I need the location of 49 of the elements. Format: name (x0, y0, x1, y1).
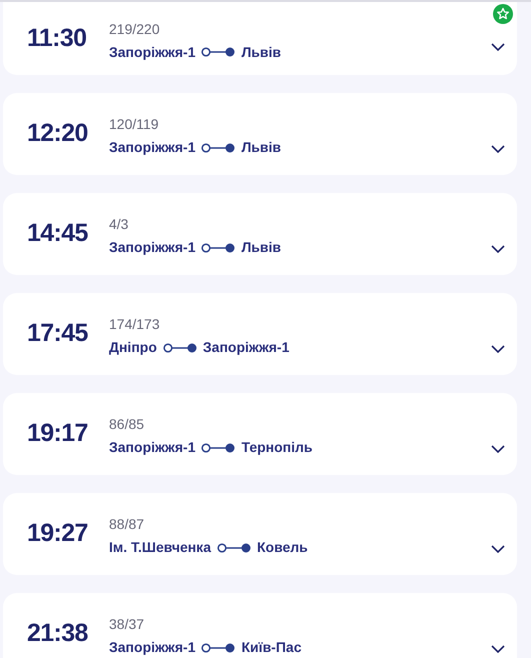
chevron-down-icon[interactable] (491, 43, 505, 51)
arrival-station: Львів (241, 238, 282, 257)
departure-time: 19:17 (27, 418, 89, 450)
train-number: 4/3 (109, 215, 128, 234)
train-number: 38/37 (109, 615, 144, 634)
departure-time: 12:20 (27, 118, 89, 150)
route-line-icon (201, 242, 236, 252)
train-card[interactable]: 12:20 120/119 Запоріжжя-1 Львів (3, 93, 517, 175)
chevron-down-icon[interactable] (491, 345, 505, 353)
route-line-icon (201, 47, 236, 57)
train-card[interactable]: 14:45 4/3 Запоріжжя-1 Львів (3, 193, 517, 275)
arrival-station: Львів (241, 42, 282, 62)
departure-station: Ім. Т.Шевченка (109, 538, 211, 557)
departure-station: Запоріжжя-1 (109, 238, 196, 257)
train-card[interactable]: 17:45 174/173 Дніпро Запоріжжя-1 (3, 293, 517, 375)
departure-station: Запоріжжя-1 (109, 138, 196, 157)
route-line-icon (216, 542, 251, 552)
route-line-icon (201, 142, 236, 152)
departure-time: 17:45 (27, 318, 89, 350)
departure-station: Дніпро (109, 338, 157, 357)
train-number: 174/173 (109, 315, 160, 334)
chevron-down-icon[interactable] (491, 545, 505, 553)
arrival-station: Київ-Пас (241, 638, 302, 657)
chevron-down-icon[interactable] (491, 645, 505, 653)
arrival-station: Ковель (256, 538, 308, 557)
departure-time: 19:27 (27, 518, 89, 550)
train-card[interactable]: 19:17 86/85 Запоріжжя-1 Тернопіль (3, 393, 517, 475)
train-number: 88/87 (109, 515, 144, 534)
departure-station: Запоріжжя-1 (109, 638, 196, 657)
departure-time: 14:45 (27, 218, 89, 250)
train-card[interactable]: 21:38 38/37 Запоріжжя-1 Київ-Пас (3, 593, 517, 658)
train-card[interactable]: 11:30 219/220 Запоріжжя-1 Львів (3, 2, 517, 75)
arrival-station: Львів (241, 138, 282, 157)
route-line-icon (201, 642, 236, 652)
departure-station: Запоріжжя-1 (109, 438, 196, 457)
train-number: 219/220 (109, 20, 160, 38)
train-number: 120/119 (109, 115, 159, 134)
chevron-down-icon[interactable] (491, 445, 505, 453)
departure-station: Запоріжжя-1 (109, 42, 196, 62)
departure-time: 21:38 (27, 618, 89, 650)
chevron-down-icon[interactable] (491, 145, 505, 153)
chevron-down-icon[interactable] (491, 245, 505, 253)
route-line-icon (162, 342, 197, 352)
train-number: 86/85 (109, 415, 144, 434)
route-line-icon (201, 442, 236, 452)
departure-time: 11:30 (27, 22, 88, 54)
train-card[interactable]: 19:27 88/87 Ім. Т.Шевченка Ковель (3, 493, 517, 575)
arrival-station: Запоріжжя-1 (202, 338, 290, 357)
arrival-station: Тернопіль (241, 438, 313, 457)
